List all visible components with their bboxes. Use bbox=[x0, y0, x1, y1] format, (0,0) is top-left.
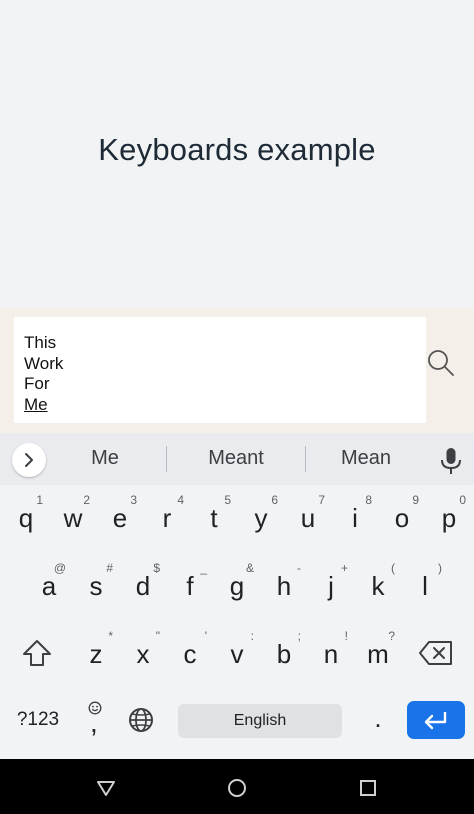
key-l[interactable]: ) l bbox=[402, 557, 448, 609]
shift-key[interactable] bbox=[20, 638, 54, 668]
enter-key[interactable] bbox=[407, 701, 465, 739]
enter-icon bbox=[424, 712, 447, 730]
key-label: p bbox=[441, 503, 457, 533]
expand-toolbar-button[interactable] bbox=[12, 443, 46, 477]
composing-text: Me bbox=[24, 394, 48, 414]
suggestion-1[interactable]: Me bbox=[64, 447, 146, 470]
space-key[interactable]: English bbox=[178, 704, 342, 738]
recents-square-icon bbox=[360, 780, 376, 796]
key-label: l bbox=[422, 571, 428, 601]
period-key[interactable]: . bbox=[366, 703, 390, 739]
globe-icon bbox=[129, 708, 153, 732]
comma-label: , bbox=[90, 707, 98, 738]
text-input[interactable]: This Work For Me bbox=[14, 317, 426, 423]
back-triangle-icon bbox=[97, 781, 115, 796]
key-g[interactable]: & g bbox=[214, 557, 260, 609]
symbols-key[interactable]: ?123 bbox=[10, 703, 66, 737]
text-line: For bbox=[24, 374, 50, 393]
page-title: Keyboards example bbox=[98, 132, 376, 167]
voice-input-button[interactable] bbox=[438, 446, 464, 476]
search-icon bbox=[428, 350, 454, 376]
key-label: r bbox=[162, 503, 172, 533]
suggestion-strip: Me Meant Mean bbox=[0, 433, 474, 485]
suggestion-divider bbox=[305, 446, 306, 472]
key-z[interactable]: * z bbox=[73, 625, 119, 677]
key-label: u bbox=[300, 503, 316, 533]
text-line: This bbox=[24, 333, 57, 352]
key-label: q bbox=[18, 503, 34, 533]
key-label: c bbox=[183, 639, 197, 669]
suggestion-divider bbox=[166, 446, 167, 472]
key-n[interactable]: ! n bbox=[308, 625, 354, 677]
key-label: b bbox=[276, 639, 292, 669]
home-circle-icon bbox=[228, 779, 246, 797]
key-label: m bbox=[367, 639, 389, 669]
key-c[interactable]: ' c bbox=[167, 625, 213, 677]
key-p[interactable]: 0p bbox=[426, 489, 472, 541]
key-d[interactable]: $ d bbox=[120, 557, 166, 609]
key-h[interactable]: -h bbox=[261, 557, 307, 609]
key-label: o bbox=[394, 503, 410, 533]
text-line: Work bbox=[24, 353, 64, 373]
key-a[interactable]: @ a bbox=[26, 557, 72, 609]
key-label: a bbox=[41, 571, 57, 601]
search-button[interactable] bbox=[426, 348, 458, 384]
nav-back-button[interactable] bbox=[95, 777, 117, 799]
key-label: x bbox=[136, 639, 150, 669]
key-k[interactable]: (k bbox=[355, 557, 401, 609]
key-label: g bbox=[229, 571, 245, 601]
nav-recents-button[interactable] bbox=[357, 777, 379, 799]
key-label: t bbox=[210, 503, 218, 533]
app-screen: Keyboards example bbox=[0, 0, 474, 308]
key-t[interactable]: 5t bbox=[191, 489, 237, 541]
soft-keyboard: Me Meant Mean 1q 2w 3e 4r 5t 6y 7u 8i 9o… bbox=[0, 433, 474, 759]
key-y[interactable]: 6y bbox=[238, 489, 284, 541]
chevron-right-icon bbox=[25, 453, 33, 467]
key-u[interactable]: 7u bbox=[285, 489, 331, 541]
key-label: w bbox=[63, 503, 83, 533]
backspace-icon bbox=[419, 641, 452, 665]
key-label: h bbox=[276, 571, 292, 601]
system-nav-bar bbox=[0, 759, 474, 814]
key-label: i bbox=[352, 503, 358, 533]
key-f[interactable]: _ f bbox=[167, 557, 213, 609]
key-label: y bbox=[254, 503, 268, 533]
key-o[interactable]: 9o bbox=[379, 489, 425, 541]
suggestion-3[interactable]: Mean bbox=[316, 447, 416, 470]
key-q[interactable]: 1q bbox=[3, 489, 49, 541]
input-bar: This Work For Me bbox=[0, 308, 474, 433]
mic-icon bbox=[441, 448, 461, 474]
backspace-key[interactable] bbox=[418, 639, 454, 667]
key-label: d bbox=[135, 571, 151, 601]
key-r[interactable]: 4r bbox=[144, 489, 190, 541]
key-x[interactable]: " x bbox=[120, 625, 166, 677]
key-label: n bbox=[323, 639, 339, 669]
key-label: k bbox=[371, 571, 385, 601]
key-label: f bbox=[186, 571, 194, 601]
key-i[interactable]: 8i bbox=[332, 489, 378, 541]
suggestion-2[interactable]: Meant bbox=[176, 447, 296, 470]
key-m[interactable]: ? m bbox=[355, 625, 401, 677]
shift-icon bbox=[23, 640, 51, 666]
key-j[interactable]: + j bbox=[308, 557, 354, 609]
key-w[interactable]: 2w bbox=[50, 489, 96, 541]
nav-home-button[interactable] bbox=[226, 777, 248, 799]
key-label: s bbox=[89, 571, 103, 601]
language-switch-key[interactable] bbox=[126, 705, 158, 737]
key-s[interactable]: # s bbox=[73, 557, 119, 609]
key-label: v bbox=[230, 639, 244, 669]
key-b[interactable]: ; b bbox=[261, 625, 307, 677]
key-label: e bbox=[112, 503, 128, 533]
comma-emoji-key[interactable]: , bbox=[78, 699, 114, 743]
key-e[interactable]: 3e bbox=[97, 489, 143, 541]
key-label: z bbox=[89, 639, 103, 669]
key-v[interactable]: :v bbox=[214, 625, 260, 677]
key-label: j bbox=[328, 571, 334, 601]
